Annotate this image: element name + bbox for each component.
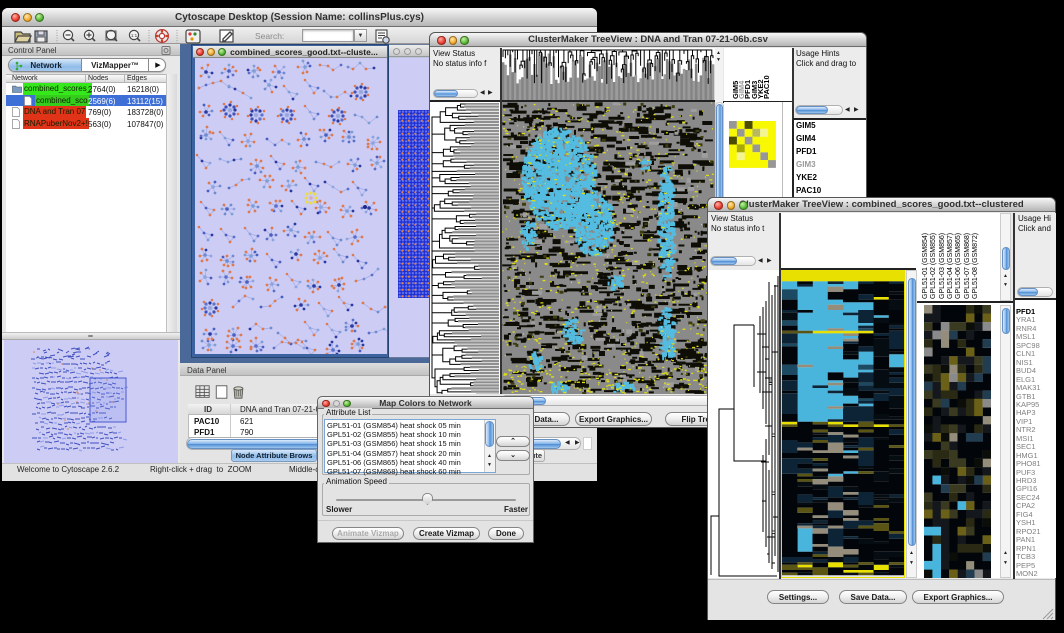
svg-text:Search:: Search: xyxy=(255,31,284,41)
svg-text:1:1: 1:1 xyxy=(131,33,138,38)
